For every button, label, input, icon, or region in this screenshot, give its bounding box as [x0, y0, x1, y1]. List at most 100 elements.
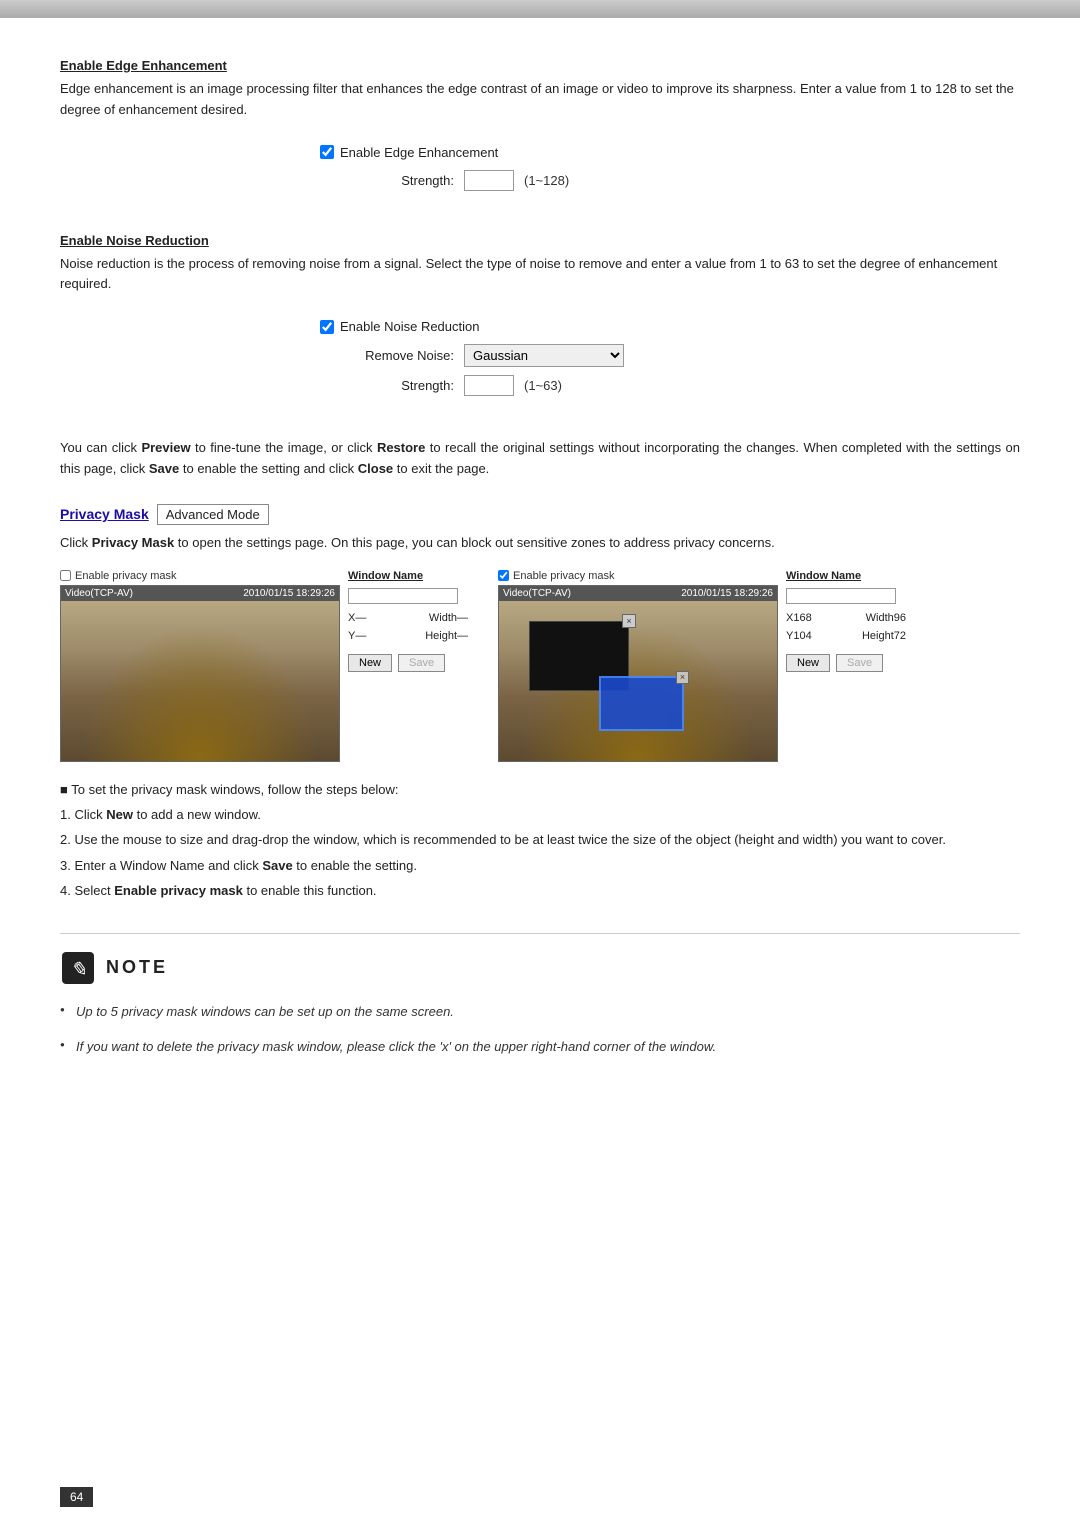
- preview-bold: Preview: [141, 440, 190, 455]
- right-camera-container: Enable privacy mask Video(TCP-AV) 2010/0…: [498, 570, 778, 762]
- noise-enable-label: Enable Noise Reduction: [340, 319, 479, 334]
- right-x-row: X168 Width96: [786, 612, 906, 624]
- right-y-label: Y104: [786, 630, 812, 642]
- left-width-label: Width—: [429, 612, 468, 624]
- noise-type-row: Remove Noise: GaussianMedianMean: [320, 344, 760, 367]
- right-timestamp: 2010/01/15 18:29:26: [681, 588, 773, 599]
- left-camera-header: Video(TCP-AV) 2010/01/15 18:29:26: [61, 586, 339, 601]
- edge-enable-checkbox[interactable]: [320, 145, 334, 159]
- noise-reduction-controls: Enable Noise Reduction Remove Noise: Gau…: [300, 309, 780, 414]
- edge-enhancement-controls: Enable Edge Enhancement Strength: 50 (1~…: [300, 135, 780, 209]
- left-enable-checkbox[interactable]: [60, 570, 71, 581]
- right-new-button[interactable]: New: [786, 654, 830, 672]
- note-items: Up to 5 privacy mask windows can be set …: [60, 1000, 1020, 1059]
- right-enable-label: Enable privacy mask: [513, 570, 615, 582]
- right-btn-row: New Save: [786, 654, 906, 672]
- left-camera-view: Video(TCP-AV) 2010/01/15 18:29:26: [60, 585, 340, 762]
- left-camera-label: Video(TCP-AV): [65, 588, 133, 599]
- right-sidebar-panel: Window Name 2 X168 Width96 Y104 Height72…: [786, 570, 906, 672]
- privacy-overlay-blue: ×: [599, 676, 684, 731]
- close-overlay-2[interactable]: ×: [676, 671, 689, 684]
- privacy-mask-bold: Privacy Mask: [92, 535, 174, 550]
- noise-strength-input[interactable]: 50: [464, 375, 514, 396]
- noise-reduction-title: Enable Noise Reduction: [60, 233, 1020, 248]
- left-camera-image: [61, 601, 339, 761]
- step-2: 2. Use the mouse to size and drag-drop t…: [60, 828, 1020, 851]
- right-camera-image: × ×: [499, 601, 777, 761]
- left-y-label: Y—: [348, 630, 366, 642]
- left-save-button[interactable]: Save: [398, 654, 445, 672]
- restore-bold: Restore: [377, 440, 425, 455]
- noise-enable-checkbox[interactable]: [320, 320, 334, 334]
- left-enable-row: Enable privacy mask: [60, 570, 340, 582]
- noise-type-label: Remove Noise:: [344, 348, 454, 363]
- privacy-heading: Privacy Mask Advanced Mode: [60, 504, 1020, 525]
- steps-list: ■ To set the privacy mask windows, follo…: [60, 778, 1020, 903]
- right-camera-view: Video(TCP-AV) 2010/01/15 18:29:26 × ×: [498, 585, 778, 762]
- left-btn-row: New Save: [348, 654, 468, 672]
- noise-reduction-desc: Noise reduction is the process of removi…: [60, 254, 1020, 296]
- step-1: 1. Click New to add a new window.: [60, 803, 1020, 826]
- step-3: 3. Enter a Window Name and click Save to…: [60, 854, 1020, 877]
- steps-intro: ■ To set the privacy mask windows, follo…: [60, 778, 1020, 801]
- privacy-mask-link[interactable]: Privacy Mask: [60, 506, 149, 522]
- edge-enhancement-title: Enable Edge Enhancement: [60, 58, 1020, 73]
- edge-enable-row: Enable Edge Enhancement: [320, 145, 760, 160]
- advanced-mode-badge: Advanced Mode: [157, 504, 269, 525]
- left-sidebar-panel: Window Name X— Width— Y— Height— New Sav…: [348, 570, 468, 672]
- edge-strength-row: Strength: 50 (1~128): [320, 170, 760, 191]
- right-enable-checkbox[interactable]: [498, 570, 509, 581]
- right-x-label: X168: [786, 612, 812, 624]
- left-new-button[interactable]: New: [348, 654, 392, 672]
- left-enable-label: Enable privacy mask: [75, 570, 177, 582]
- note-item-1: Up to 5 privacy mask windows can be set …: [60, 1000, 1020, 1023]
- note-icon-char: ✎: [70, 959, 87, 981]
- body-text: You can click Preview to fine-tune the i…: [60, 438, 1020, 480]
- noise-strength-range: (1~63): [524, 378, 562, 393]
- right-camera-label: Video(TCP-AV): [503, 588, 571, 599]
- edge-strength-input[interactable]: 50: [464, 170, 514, 191]
- right-enable-row: Enable privacy mask: [498, 570, 778, 582]
- right-camera-header: Video(TCP-AV) 2010/01/15 18:29:26: [499, 586, 777, 601]
- note-section: ✎ NOTE Up to 5 privacy mask windows can …: [60, 933, 1020, 1059]
- privacy-mask-desc: Click Privacy Mask to open the settings …: [60, 533, 1020, 554]
- left-camera-container: Enable privacy mask Video(TCP-AV) 2010/0…: [60, 570, 340, 762]
- note-header: ✎ NOTE: [60, 950, 1020, 986]
- body-text-section: You can click Preview to fine-tune the i…: [60, 438, 1020, 480]
- noise-type-select[interactable]: GaussianMedianMean: [464, 344, 624, 367]
- top-bar: [0, 0, 1080, 18]
- right-preview-panel: Enable privacy mask Video(TCP-AV) 2010/0…: [498, 570, 906, 762]
- new-bold: New: [106, 807, 133, 822]
- privacy-mask-section: Privacy Mask Advanced Mode Click Privacy…: [60, 504, 1020, 903]
- noise-strength-row: Strength: 50 (1~63): [320, 375, 760, 396]
- left-timestamp: 2010/01/15 18:29:26: [243, 588, 335, 599]
- right-y-row: Y104 Height72: [786, 630, 906, 642]
- right-window-name-input[interactable]: 2: [786, 588, 896, 604]
- edge-enhancement-section: Enable Edge Enhancement Edge enhancement…: [60, 58, 1020, 209]
- left-y-row: Y— Height—: [348, 630, 468, 642]
- preview-area: Enable privacy mask Video(TCP-AV) 2010/0…: [60, 570, 1020, 762]
- note-item-2: If you want to delete the privacy mask w…: [60, 1035, 1020, 1058]
- edge-enhancement-desc: Edge enhancement is an image processing …: [60, 79, 1020, 121]
- noise-strength-label: Strength:: [344, 378, 454, 393]
- left-x-label: X—: [348, 612, 366, 624]
- right-window-name-label: Window Name: [786, 570, 906, 582]
- left-window-name-label: Window Name: [348, 570, 468, 582]
- save-bold: Save: [149, 461, 179, 476]
- right-width-label: Width96: [866, 612, 906, 624]
- save-bold-2: Save: [262, 858, 292, 873]
- right-save-button[interactable]: Save: [836, 654, 883, 672]
- enable-privacy-bold: Enable privacy mask: [114, 883, 243, 898]
- left-window-name-input[interactable]: [348, 588, 458, 604]
- edge-strength-range: (1~128): [524, 173, 569, 188]
- right-height-label: Height72: [862, 630, 906, 642]
- left-height-label: Height—: [425, 630, 468, 642]
- edge-strength-label: Strength:: [344, 173, 454, 188]
- edge-enable-label: Enable Edge Enhancement: [340, 145, 498, 160]
- noise-reduction-section: Enable Noise Reduction Noise reduction i…: [60, 233, 1020, 415]
- step-4: 4. Select Enable privacy mask to enable …: [60, 879, 1020, 902]
- page-number: 64: [60, 1487, 93, 1507]
- close-overlay-1[interactable]: ×: [622, 614, 636, 628]
- note-icon-svg: ✎: [60, 950, 96, 986]
- note-icon: ✎: [60, 950, 96, 986]
